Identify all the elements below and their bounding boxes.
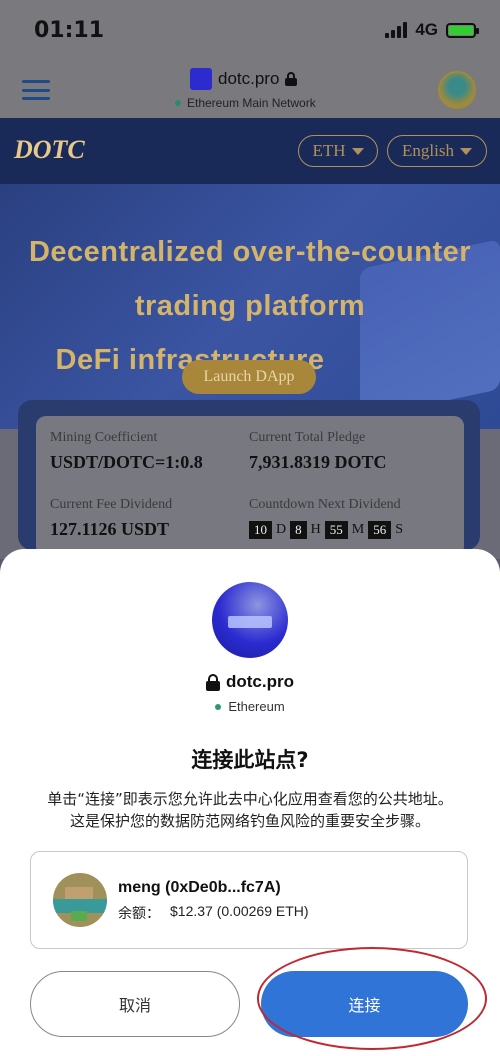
stat-value: 127.1126 USDT bbox=[50, 519, 170, 539]
stat-fee: Current Fee Dividend 127.1126 USDT bbox=[50, 497, 172, 540]
network-type: 4G bbox=[415, 20, 438, 39]
stat-label: Countdown Next Dividend bbox=[249, 497, 401, 512]
stat-value: 7,931.8319 DOTC bbox=[249, 452, 387, 472]
account-name: meng (0xDe0b...fc7A) bbox=[118, 879, 281, 896]
balance-label: 余额： bbox=[118, 905, 160, 921]
countdown-days: 10 bbox=[249, 521, 272, 539]
stat-value: USDT/DOTC=1:0.8 bbox=[50, 452, 203, 472]
stat-mining: Mining Coefficient USDT/DOTC=1:0.8 bbox=[50, 430, 203, 473]
hamburger-menu-icon[interactable] bbox=[22, 80, 50, 100]
account-avatar bbox=[53, 873, 107, 927]
currency-label: ETH bbox=[312, 141, 346, 160]
annotation-circle bbox=[257, 947, 487, 1050]
network-indicator[interactable]: Ethereum Main Network bbox=[175, 96, 316, 110]
description-line-2: 这是保护您的数据防范网络钓鱼风险的重要安全步骤。 bbox=[69, 812, 430, 830]
countdown-minutes: 55 bbox=[324, 521, 348, 539]
balance-value: $12.37 (0.00269 ETH) bbox=[170, 903, 309, 919]
hero-line-1: Decentralized over-the-counter bbox=[28, 236, 472, 268]
lock-icon bbox=[285, 72, 298, 86]
battery-icon bbox=[446, 22, 479, 38]
language-label: English bbox=[402, 141, 454, 160]
site-title: dotc.pro bbox=[190, 68, 298, 90]
site-icon bbox=[212, 582, 288, 658]
stat-label: Current Total Pledge bbox=[249, 430, 366, 445]
status-time: 01:11 bbox=[34, 18, 105, 43]
countdown-unit: S bbox=[395, 522, 403, 537]
description-line-1: 单击“连接”即表示您允许此去中心化应用查看您的公共地址。 bbox=[47, 790, 453, 808]
language-selector[interactable]: English bbox=[387, 135, 487, 167]
cancel-button[interactable]: 取消 bbox=[30, 971, 240, 1037]
modal-title: 连接此站点? bbox=[191, 748, 309, 772]
network-status-dot bbox=[175, 100, 181, 106]
countdown-timer: 10 D 8 H 55 M 56 S bbox=[249, 521, 403, 539]
countdown-unit: H bbox=[310, 522, 321, 537]
modal-domain-text: dotc.pro bbox=[226, 672, 294, 691]
countdown-hours: 8 bbox=[290, 521, 307, 539]
status-indicators: 4G bbox=[385, 20, 479, 40]
lock-icon bbox=[206, 673, 220, 691]
stat-label: Mining Coefficient bbox=[50, 430, 158, 445]
currency-selector[interactable]: ETH bbox=[298, 135, 378, 167]
stat-pledge: Current Total Pledge 7,931.8319 DOTC bbox=[249, 430, 387, 473]
dotc-logo: DOTC bbox=[14, 135, 85, 164]
modal-network: Ethereum bbox=[0, 699, 500, 714]
stat-countdown: Countdown Next Dividend 10 D 8 H 55 M 56… bbox=[249, 497, 403, 539]
network-name: Ethereum Main Network bbox=[187, 96, 316, 110]
countdown-seconds: 56 bbox=[368, 521, 392, 539]
countdown-unit: M bbox=[351, 522, 365, 537]
hero-line-2: trading platform bbox=[134, 290, 366, 322]
network-status-dot bbox=[215, 703, 222, 710]
launch-dapp-button[interactable]: Launch DApp bbox=[182, 360, 316, 394]
countdown-unit: D bbox=[276, 522, 287, 537]
browser-header: dotc.pro Ethereum Main Network bbox=[0, 60, 500, 118]
site-name: dotc.pro bbox=[218, 69, 280, 88]
account-balance: 余额： $12.37 (0.00269 ETH) bbox=[118, 903, 309, 923]
stat-label: Current Fee Dividend bbox=[50, 497, 173, 512]
chevron-down-icon bbox=[459, 147, 472, 155]
modal-network-text: Ethereum bbox=[228, 699, 285, 714]
modal-description: 单击“连接”即表示您允许此去中心化应用查看您的公共地址。 这是保护您的数据防范网… bbox=[20, 788, 480, 832]
chevron-down-icon bbox=[351, 147, 364, 155]
status-bar: 01:11 4G bbox=[0, 0, 500, 60]
modal-domain: dotc.pro bbox=[0, 672, 500, 692]
site-favicon-icon bbox=[190, 68, 212, 90]
signal-icon bbox=[385, 22, 408, 38]
account-avatar[interactable] bbox=[438, 71, 476, 109]
